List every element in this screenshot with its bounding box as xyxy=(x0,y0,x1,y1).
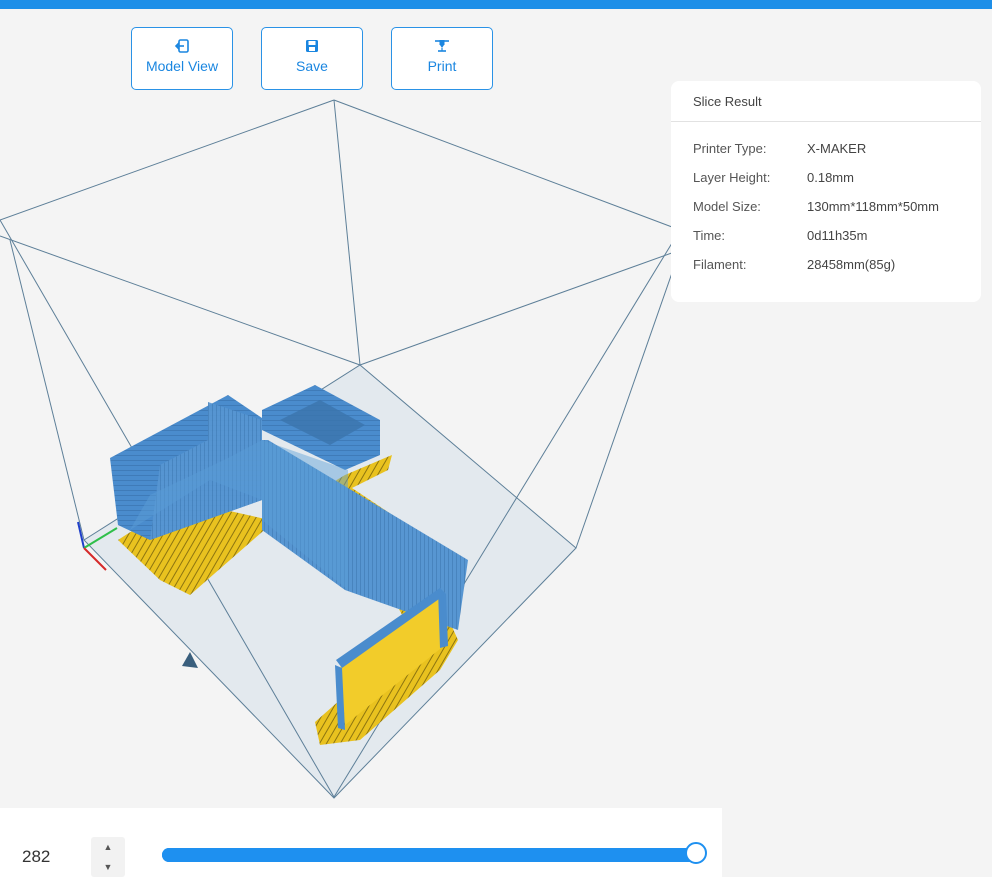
layer-slider-fill xyxy=(162,848,696,862)
printer-nozzle-icon xyxy=(433,37,451,55)
layer-stepper[interactable]: ▲ ▼ xyxy=(91,837,125,877)
stepper-up-icon[interactable]: ▲ xyxy=(91,837,125,857)
layer-slider-thumb[interactable] xyxy=(685,842,707,864)
floppy-disk-icon xyxy=(305,37,319,55)
print-button[interactable]: Print xyxy=(391,27,493,90)
row-printer-type: Printer Type: X-MAKER xyxy=(693,141,992,159)
row-value: 0.18mm xyxy=(807,170,854,185)
model-view-button[interactable]: Model View xyxy=(131,27,233,90)
row-value: 28458mm(85g) xyxy=(807,257,896,272)
exit-arrow-icon xyxy=(174,37,190,55)
row-layer-height: Layer Height: 0.18mm xyxy=(693,170,992,188)
slice-result-panel: Slice Result Printer Type: X-MAKER Layer… xyxy=(671,81,981,302)
layer-slider-track[interactable] xyxy=(162,848,696,862)
row-key: Model Size: xyxy=(693,199,761,214)
panel-divider xyxy=(671,121,981,122)
row-key: Layer Height: xyxy=(693,170,771,185)
row-time: Time: 0d11h35m xyxy=(693,228,992,246)
row-key: Time: xyxy=(693,228,726,243)
row-filament: Filament: 28458mm(85g) xyxy=(693,257,992,275)
row-value: 130mm*118mm*50mm xyxy=(807,199,939,214)
row-key: Filament: xyxy=(693,257,747,272)
print-label: Print xyxy=(427,58,457,74)
panel-title: Slice Result xyxy=(693,94,762,109)
row-value: X-MAKER xyxy=(807,141,867,156)
row-value: 0d11h35m xyxy=(807,228,868,243)
row-model-size: Model Size: 130mm*118mm*50mm xyxy=(693,199,992,217)
stepper-down-icon[interactable]: ▼ xyxy=(91,857,125,877)
save-label: Save xyxy=(296,58,328,74)
row-key: Printer Type: xyxy=(693,141,767,156)
layer-number-input[interactable] xyxy=(0,837,90,877)
save-button[interactable]: Save xyxy=(261,27,363,90)
model-view-label: Model View xyxy=(145,58,219,74)
